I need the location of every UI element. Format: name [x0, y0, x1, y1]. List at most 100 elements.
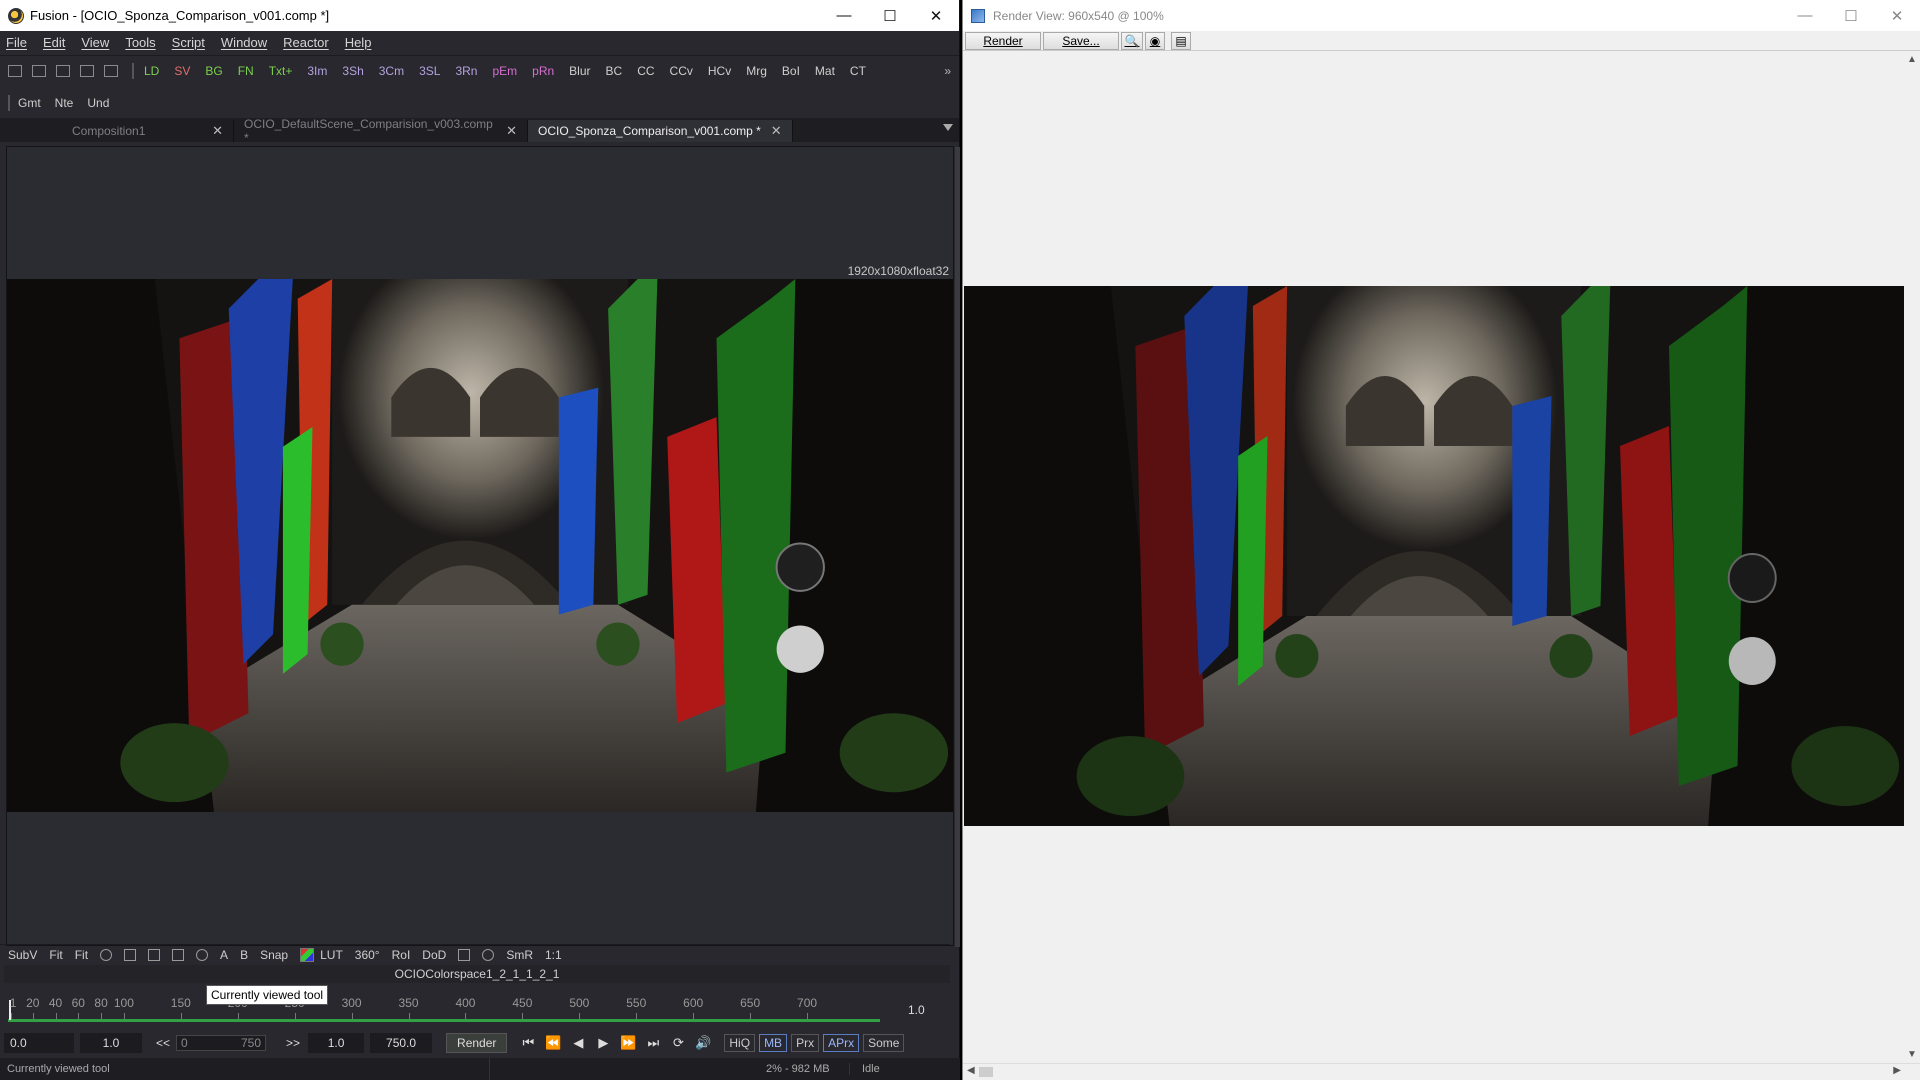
scroll-left-icon[interactable]: ◀: [967, 1065, 975, 1076]
polyline-tool-icon[interactable]: [100, 948, 113, 961]
menu-file[interactable]: File: [6, 35, 27, 50]
tab-menu-arrow-icon[interactable]: [943, 124, 953, 131]
play-icon[interactable]: ▶: [592, 1034, 614, 1052]
tab-ocio-sponza[interactable]: OCIO_Sponza_Comparison_v001.comp * ✕: [528, 120, 793, 142]
minimize-button[interactable]: —: [821, 0, 867, 31]
tool-button-sv[interactable]: SV: [174, 64, 190, 78]
menu-script[interactable]: Script: [172, 35, 205, 50]
layout-stack-icon[interactable]: [56, 64, 70, 77]
global-start-field[interactable]: 0.0: [4, 1033, 74, 1053]
menu-window[interactable]: Window: [221, 35, 267, 50]
hiq-button[interactable]: HiQ: [724, 1034, 756, 1052]
lock-icon[interactable]: [458, 948, 471, 961]
rectangle-icon[interactable]: [172, 948, 185, 961]
tool-button-3rn[interactable]: 3Rn: [455, 64, 477, 78]
go-to-start-icon[interactable]: ⏮: [517, 1034, 539, 1052]
dod-button[interactable]: DoD: [422, 948, 446, 962]
smr-button[interactable]: SmR: [506, 948, 533, 962]
buffer-a-button[interactable]: A: [220, 948, 228, 962]
mb-button[interactable]: MB: [759, 1034, 788, 1052]
render-end-field[interactable]: 1.0: [308, 1033, 365, 1053]
minimize-button[interactable]: —: [1782, 0, 1828, 31]
scroll-down-icon[interactable]: ▼: [1907, 1049, 1917, 1060]
layout-single-icon[interactable]: [8, 64, 22, 77]
tool-button-pem[interactable]: pEm: [492, 64, 517, 78]
tool-button-mrg[interactable]: Mrg: [746, 64, 767, 78]
range-slider[interactable]: 0 750: [176, 1035, 267, 1051]
fit-button[interactable]: Fit: [49, 948, 62, 962]
tool-button-prn[interactable]: pRn: [532, 64, 554, 78]
tool-und[interactable]: Und: [87, 96, 109, 110]
close-button[interactable]: ✕: [913, 0, 959, 31]
layout-grid-icon[interactable]: [80, 64, 94, 77]
tool-button-ct[interactable]: CT: [850, 64, 866, 78]
tool-button-3im[interactable]: 3Im: [307, 64, 327, 78]
menu-tools[interactable]: Tools: [125, 35, 155, 50]
color-picker-icon[interactable]: ◉: [1145, 31, 1165, 50]
fit-dropdown[interactable]: Fit: [75, 948, 88, 962]
viewer-scrollbar[interactable]: [955, 147, 960, 947]
render-start-field[interactable]: 1.0: [80, 1033, 142, 1053]
menu-reactor[interactable]: Reactor: [283, 35, 329, 50]
scroll-thumb[interactable]: [979, 1067, 993, 1077]
color-channel-icon[interactable]: [300, 947, 315, 962]
tool-button-boi[interactable]: BoI: [782, 64, 800, 78]
360-dropdown[interactable]: 360°: [355, 948, 380, 962]
next-range-button[interactable]: >>: [286, 1036, 300, 1050]
stereo-icon[interactable]: [482, 948, 495, 961]
go-to-end-icon[interactable]: ⏭: [642, 1034, 664, 1052]
render-button[interactable]: Render: [446, 1033, 508, 1053]
prev-range-button[interactable]: <<: [156, 1036, 170, 1050]
aprx-button[interactable]: APrx: [823, 1034, 860, 1052]
render-view-image[interactable]: [964, 286, 1904, 826]
play-reverse-icon[interactable]: ◀: [567, 1034, 589, 1052]
some-button[interactable]: Some: [863, 1034, 905, 1052]
render-view-save-button[interactable]: Save...: [1043, 31, 1119, 50]
layout-dual-icon[interactable]: [32, 64, 46, 77]
tool-button-blur[interactable]: Blur: [569, 64, 590, 78]
zoom-icon[interactable]: 🔍: [1121, 31, 1143, 50]
tool-button-3cm[interactable]: 3Cm: [379, 64, 404, 78]
document-icon[interactable]: ▤: [1171, 31, 1191, 50]
circle-icon[interactable]: [196, 948, 209, 961]
lut-dropdown[interactable]: LUT: [320, 948, 343, 962]
tab-ocio-defaultscene[interactable]: OCIO_DefaultScene_Comparision_v003.comp …: [234, 117, 528, 145]
viewer-image[interactable]: [7, 279, 953, 812]
maximize-button[interactable]: ☐: [867, 0, 913, 31]
one-to-one-button[interactable]: 1:1: [545, 948, 562, 962]
tool-button-3sh[interactable]: 3Sh: [342, 64, 363, 78]
audio-icon[interactable]: 🔊: [692, 1034, 714, 1052]
tool-gmt[interactable]: Gmt: [18, 96, 41, 110]
menu-edit[interactable]: Edit: [43, 35, 65, 50]
render-view-render-button[interactable]: Render: [965, 31, 1041, 50]
tool-button-hcv[interactable]: HCv: [708, 64, 731, 78]
tool-button-ld[interactable]: LD: [144, 64, 159, 78]
scroll-right-icon[interactable]: ▶: [1893, 1065, 1901, 1076]
grid-icon[interactable]: [124, 948, 137, 961]
tab-close-icon[interactable]: ✕: [771, 123, 782, 139]
subview-dropdown[interactable]: SubV: [8, 948, 37, 962]
tool-button-bg[interactable]: BG: [205, 64, 222, 78]
paint-icon[interactable]: [148, 948, 161, 961]
tool-button-mat[interactable]: Mat: [815, 64, 835, 78]
scroll-up-icon[interactable]: ▲: [1907, 54, 1917, 65]
prx-button[interactable]: Prx: [791, 1034, 820, 1052]
render-view-horizontal-scrollbar[interactable]: ◀ ▶: [963, 1063, 1920, 1080]
tab-close-icon[interactable]: ✕: [212, 123, 223, 139]
menu-help[interactable]: Help: [345, 35, 372, 50]
tool-nte[interactable]: Nte: [55, 96, 74, 110]
tab-close-icon[interactable]: ✕: [506, 123, 517, 139]
print-icon[interactable]: [104, 64, 118, 77]
global-end-field[interactable]: 750.0: [370, 1033, 433, 1053]
menu-view[interactable]: View: [81, 35, 109, 50]
tool-button-ccv[interactable]: CCv: [670, 64, 693, 78]
close-button[interactable]: ✕: [1874, 0, 1920, 31]
step-back-icon[interactable]: ⏪: [542, 1034, 564, 1052]
render-view-vertical-scrollbar[interactable]: ▲ ▼: [1903, 52, 1920, 1062]
loop-icon[interactable]: ⟳: [667, 1034, 689, 1052]
viewer-panel[interactable]: 1920x1080xfloat32: [6, 146, 960, 947]
roi-dropdown[interactable]: RoI: [392, 948, 411, 962]
tool-button-cc[interactable]: CC: [637, 64, 654, 78]
tool-button-txt[interactable]: Txt+: [269, 64, 293, 78]
buffer-b-button[interactable]: B: [240, 948, 248, 962]
